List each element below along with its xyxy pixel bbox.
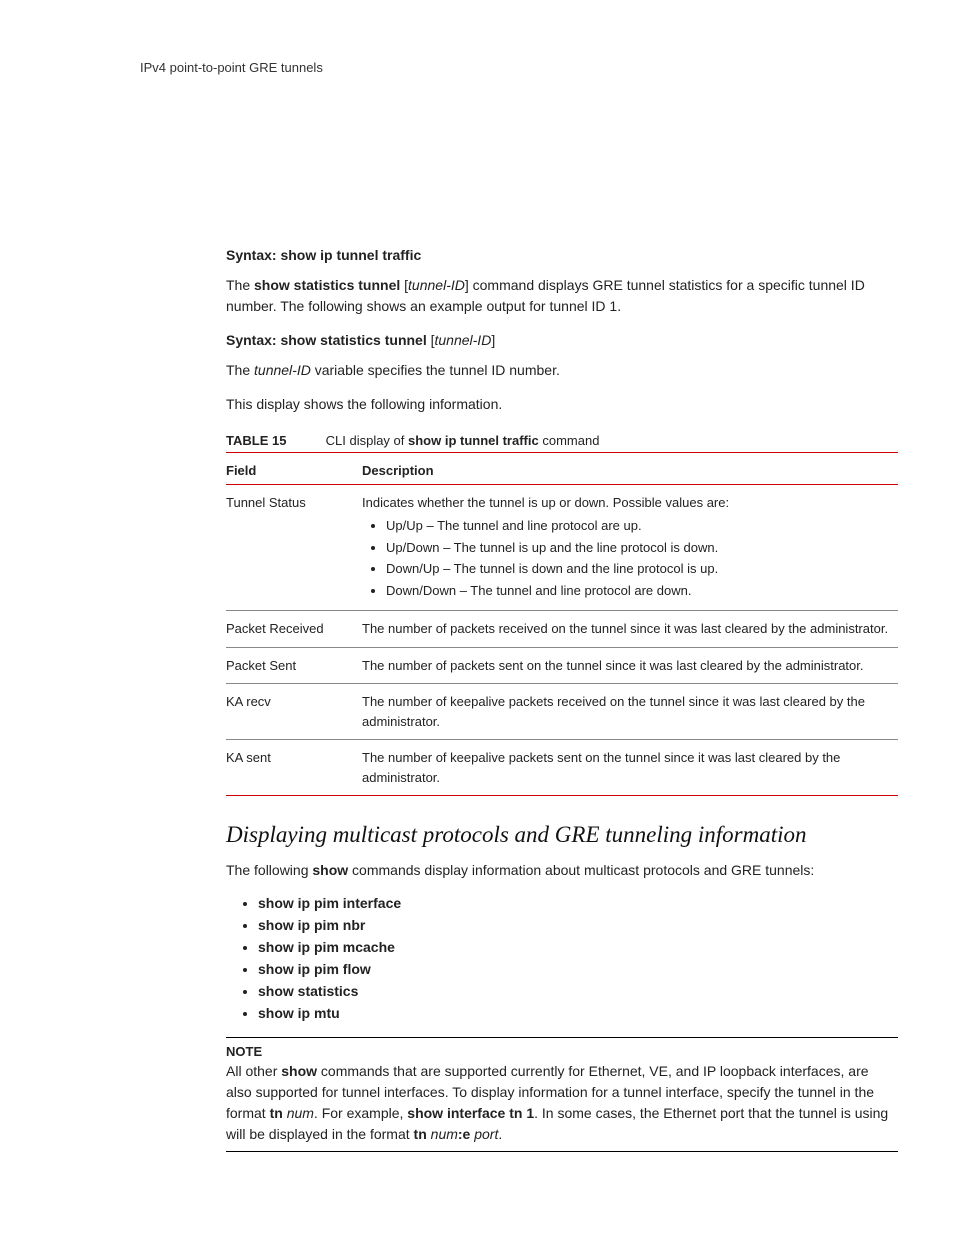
col-header-desc: Description bbox=[362, 457, 898, 485]
table-caption: TABLE 15 CLI display of show ip tunnel t… bbox=[226, 433, 898, 453]
command-item: show ip pim mcache bbox=[258, 939, 898, 955]
note-text: All other show commands that are support… bbox=[226, 1061, 898, 1145]
table-number: TABLE 15 bbox=[226, 433, 322, 448]
cell-field: KA sent bbox=[226, 740, 362, 796]
content-block: Syntax: show ip tunnel traffic The show … bbox=[226, 245, 898, 1152]
command-item: show ip pim flow bbox=[258, 961, 898, 977]
cli-table: Field Description Tunnel StatusIndicates… bbox=[226, 457, 898, 797]
table-body: Tunnel StatusIndicates whether the tunne… bbox=[226, 484, 898, 796]
command-item: show statistics bbox=[258, 983, 898, 999]
cell-field: KA recv bbox=[226, 684, 362, 740]
syntax-command: show statistics tunnel bbox=[280, 332, 426, 348]
table-row: KA sentThe number of keepalive packets s… bbox=[226, 740, 898, 796]
cell-desc: The number of packets received on the tu… bbox=[362, 611, 898, 648]
running-header: IPv4 point-to-point GRE tunnels bbox=[140, 60, 898, 75]
command-item: show ip mtu bbox=[258, 1005, 898, 1021]
cell-desc: The number of keepalive packets sent on … bbox=[362, 740, 898, 796]
desc-bullet: Up/Down – The tunnel is up and the line … bbox=[386, 538, 890, 558]
paragraph-1: The show statistics tunnel [tunnel-ID] c… bbox=[226, 275, 898, 316]
page: IPv4 point-to-point GRE tunnels Syntax: … bbox=[0, 0, 954, 1235]
syntax-command: show ip tunnel traffic bbox=[280, 247, 421, 263]
cell-field: Packet Sent bbox=[226, 647, 362, 684]
cell-desc: The number of keepalive packets received… bbox=[362, 684, 898, 740]
cell-field: Packet Received bbox=[226, 611, 362, 648]
paragraph-2: The tunnel-ID variable specifies the tun… bbox=[226, 360, 898, 380]
note-block: NOTE All other show commands that are su… bbox=[226, 1037, 898, 1152]
syntax-line-1: Syntax: show ip tunnel traffic bbox=[226, 245, 898, 265]
syntax-line-2: Syntax: show statistics tunnel [tunnel-I… bbox=[226, 330, 898, 350]
cell-desc: Indicates whether the tunnel is up or do… bbox=[362, 484, 898, 611]
col-header-field: Field bbox=[226, 457, 362, 485]
table-row: Tunnel StatusIndicates whether the tunne… bbox=[226, 484, 898, 611]
command-item: show ip pim nbr bbox=[258, 917, 898, 933]
table-row: Packet SentThe number of packets sent on… bbox=[226, 647, 898, 684]
table-row: Packet ReceivedThe number of packets rec… bbox=[226, 611, 898, 648]
command-list: show ip pim interface show ip pim nbr show… bbox=[226, 895, 898, 1021]
paragraph-3: This display shows the following informa… bbox=[226, 394, 898, 414]
desc-bullets: Up/Up – The tunnel and line protocol are… bbox=[386, 516, 890, 600]
cell-field: Tunnel Status bbox=[226, 484, 362, 611]
section-heading: Displaying multicast protocols and GRE t… bbox=[226, 822, 898, 848]
desc-bullet: Up/Up – The tunnel and line protocol are… bbox=[386, 516, 890, 536]
cell-desc: The number of packets sent on the tunnel… bbox=[362, 647, 898, 684]
syntax-label: Syntax: bbox=[226, 332, 277, 348]
desc-bullet: Down/Up – The tunnel is down and the lin… bbox=[386, 559, 890, 579]
note-label: NOTE bbox=[226, 1044, 898, 1059]
syntax-label: Syntax: bbox=[226, 247, 277, 263]
command-item: show ip pim interface bbox=[258, 895, 898, 911]
paragraph-4: The following show commands display info… bbox=[226, 860, 898, 880]
desc-bullet: Down/Down – The tunnel and line protocol… bbox=[386, 581, 890, 601]
table-row: KA recvThe number of keepalive packets r… bbox=[226, 684, 898, 740]
